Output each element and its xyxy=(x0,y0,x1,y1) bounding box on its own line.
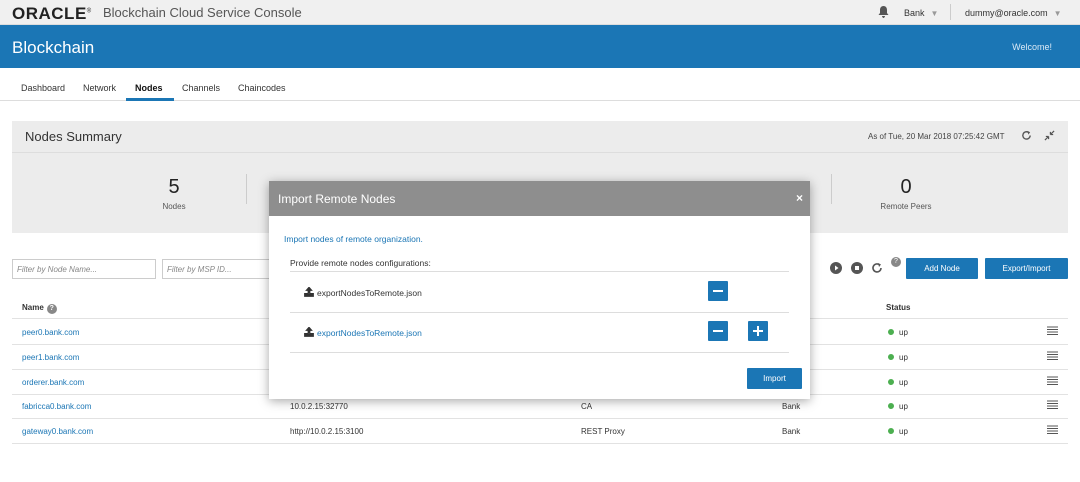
stat-remote-peers: 0 Remote Peers xyxy=(836,176,976,211)
add-node-button[interactable]: Add Node xyxy=(906,258,978,279)
status-dot-icon xyxy=(888,403,894,409)
node-name-filter-input[interactable]: Filter by Node Name... xyxy=(12,259,156,279)
nav-tabs: Dashboard Network Nodes Channels Chainco… xyxy=(0,68,1080,101)
row-menu-icon[interactable] xyxy=(1047,326,1058,335)
tab-channels[interactable]: Channels xyxy=(182,83,220,93)
tab-nodes[interactable]: Nodes xyxy=(135,83,163,93)
add-file-button[interactable] xyxy=(748,321,768,341)
file-upload-item[interactable]: exportNodesToRemote.json xyxy=(304,286,422,298)
node-name-link[interactable]: fabricca0.bank.com xyxy=(22,402,91,411)
node-name-link[interactable]: orderer.bank.com xyxy=(22,378,84,387)
status-dot-icon xyxy=(888,428,894,434)
node-name-link[interactable]: gateway0.bank.com xyxy=(22,427,93,436)
collapse-icon[interactable] xyxy=(1044,130,1055,141)
summary-title: Nodes Summary xyxy=(25,129,122,144)
minus-icon xyxy=(713,290,723,292)
org-selector[interactable]: Bank ▼ xyxy=(904,8,938,18)
status-dot-icon xyxy=(888,379,894,385)
tab-network[interactable]: Network xyxy=(83,83,116,93)
export-import-button[interactable]: Export/Import xyxy=(985,258,1068,279)
divider xyxy=(12,443,1068,444)
divider xyxy=(246,174,247,204)
column-header-status[interactable]: Status xyxy=(886,303,910,312)
node-name-link[interactable]: peer1.bank.com xyxy=(22,353,79,362)
stat-value: 5 xyxy=(168,176,180,198)
status-badge: up xyxy=(888,378,908,387)
msp-id-filter-input[interactable]: Filter by MSP ID... xyxy=(162,259,272,279)
app-header: Blockchain Welcome! xyxy=(0,25,1080,68)
chevron-down-icon: ▼ xyxy=(1053,9,1062,18)
help-icon[interactable]: ? xyxy=(46,304,57,314)
status-badge: up xyxy=(888,427,908,436)
app-title: Blockchain xyxy=(12,38,95,57)
node-address: http://10.0.2.15:3100 xyxy=(290,427,364,436)
dialog-title: Import Remote Nodes xyxy=(278,192,396,206)
node-org: Bank xyxy=(782,427,801,436)
row-menu-icon[interactable] xyxy=(1047,425,1058,434)
chevron-down-icon: ▼ xyxy=(930,9,939,18)
active-tab-indicator xyxy=(126,98,174,101)
restart-icon[interactable] xyxy=(871,262,883,274)
stat-value: 0 xyxy=(900,176,912,198)
divider xyxy=(12,418,1068,419)
close-icon[interactable]: × xyxy=(796,191,803,205)
node-type: CA xyxy=(581,402,593,411)
column-header-name[interactable]: Name? xyxy=(22,303,57,314)
divider xyxy=(290,271,789,272)
import-remote-nodes-dialog: Import Remote Nodes × Import nodes of re… xyxy=(269,181,810,399)
as-of-timestamp: As of Tue, 20 Mar 2018 07:25:42 GMT xyxy=(868,132,1005,141)
node-address: 10.0.2.15:32770 xyxy=(290,402,348,411)
file-upload-item[interactable]: exportNodesToRemote.json xyxy=(304,326,422,338)
upload-icon xyxy=(304,326,314,337)
stat-label: Nodes xyxy=(162,202,186,211)
status-badge: up xyxy=(888,353,908,362)
status-badge: up xyxy=(888,402,908,411)
divider xyxy=(950,4,951,20)
dialog-description: Import nodes of remote organization. xyxy=(284,234,423,244)
row-menu-icon[interactable] xyxy=(1047,351,1058,360)
node-org: Bank xyxy=(782,402,801,411)
row-menu-icon[interactable] xyxy=(1047,400,1058,409)
status-badge: up xyxy=(888,328,908,337)
dialog-subtitle: Provide remote nodes configurations: xyxy=(290,258,431,268)
remove-file-button[interactable] xyxy=(708,321,728,341)
top-bar: ORACLE® Blockchain Cloud Service Console… xyxy=(0,0,1080,25)
help-icon[interactable]: ? xyxy=(891,257,901,267)
console-title: Blockchain Cloud Service Console xyxy=(103,5,302,20)
tab-dashboard[interactable]: Dashboard xyxy=(21,83,65,93)
user-menu[interactable]: dummy@oracle.com ▼ xyxy=(965,8,1062,18)
status-dot-icon xyxy=(888,354,894,360)
divider xyxy=(831,174,832,204)
stat-nodes: 5 Nodes xyxy=(104,176,244,211)
minus-icon xyxy=(713,330,723,332)
stat-label: Remote Peers xyxy=(880,202,932,211)
dialog-header: Import Remote Nodes × xyxy=(269,181,810,216)
bell-icon[interactable] xyxy=(878,6,889,18)
node-type: REST Proxy xyxy=(581,427,625,436)
divider xyxy=(290,312,789,313)
refresh-icon[interactable] xyxy=(1021,130,1032,141)
row-menu-icon[interactable] xyxy=(1047,376,1058,385)
node-name-link[interactable]: peer0.bank.com xyxy=(22,328,79,337)
tab-chaincodes[interactable]: Chaincodes xyxy=(238,83,286,93)
oracle-logo: ORACLE® xyxy=(12,4,92,23)
upload-icon xyxy=(304,286,314,297)
status-dot-icon xyxy=(888,329,894,335)
stop-icon[interactable] xyxy=(851,262,863,274)
start-icon[interactable] xyxy=(830,262,842,274)
welcome-text: Welcome! xyxy=(1012,42,1052,52)
import-button[interactable]: Import xyxy=(747,368,802,389)
divider xyxy=(290,352,789,353)
remove-file-button[interactable] xyxy=(708,281,728,301)
